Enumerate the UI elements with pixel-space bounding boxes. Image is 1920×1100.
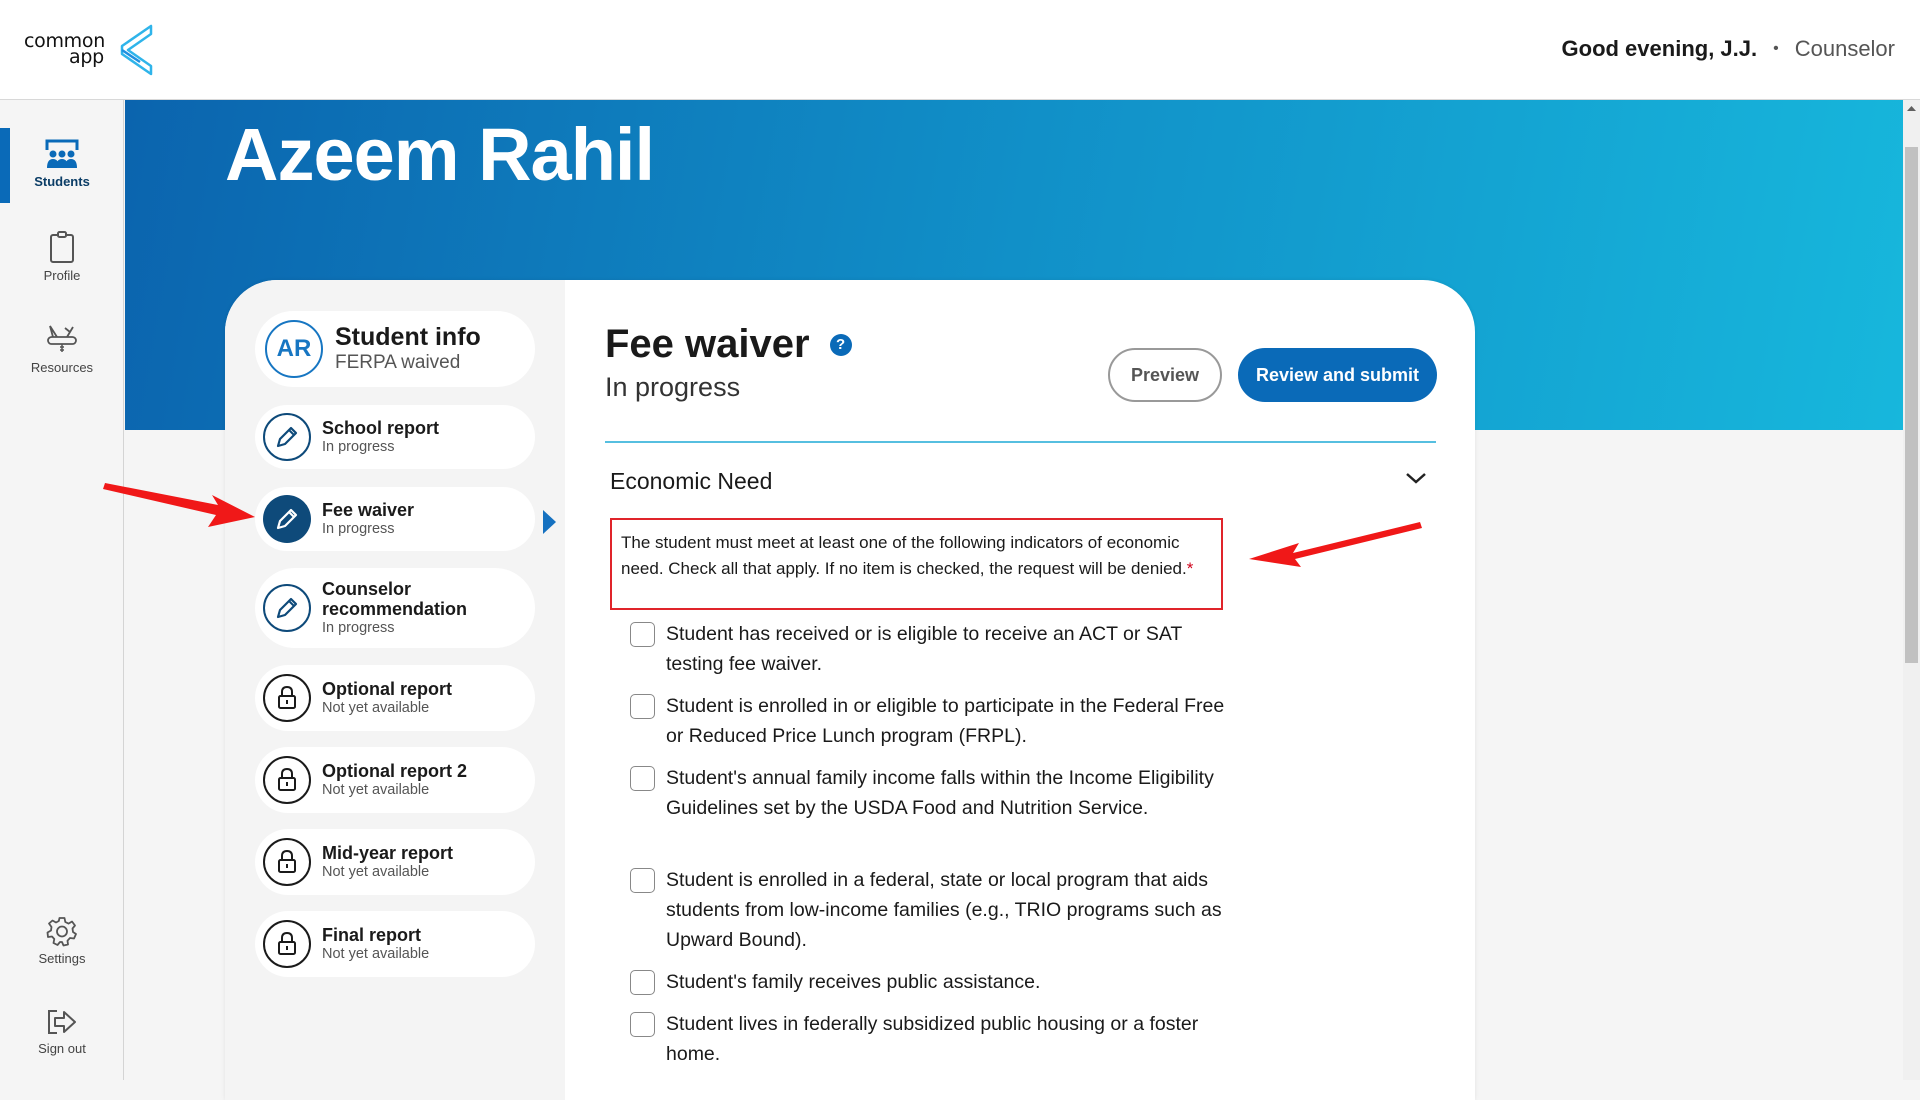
scrollbar-thumb[interactable] <box>1905 147 1918 663</box>
gear-icon <box>46 917 77 947</box>
option-checkbox[interactable] <box>630 868 655 893</box>
pencil-icon <box>263 413 311 461</box>
step-counselor-recommendation[interactable]: Counselor recommendation In progress <box>255 568 535 648</box>
step-fee-waiver[interactable]: Fee waiver In progress <box>255 487 535 551</box>
step-status: In progress <box>322 521 395 537</box>
step-school-report[interactable]: School report In progress <box>255 405 535 469</box>
step-title: School report <box>322 418 440 438</box>
pencil-icon <box>263 495 311 543</box>
clipboard-icon <box>50 231 74 263</box>
step-status: Not yet available <box>322 782 430 798</box>
required-marker: * <box>1186 559 1194 578</box>
preview-button[interactable]: Preview <box>1108 348 1222 402</box>
fee-waiver-form: Fee waiver ? In progress Preview Review … <box>605 280 1437 1100</box>
step-title: Optional report <box>322 679 452 699</box>
lock-icon <box>263 756 311 804</box>
step-final-report[interactable]: Final report Not yet available <box>255 911 535 977</box>
step-status: Not yet available <box>322 864 430 880</box>
common-app-logo[interactable]: common app <box>24 24 156 78</box>
nav-label-profile: Profile <box>43 268 81 283</box>
step-title: Final report <box>322 925 422 945</box>
economic-need-instructions: The student must meet at least one of th… <box>610 518 1223 610</box>
step-optional-report[interactable]: Optional report Not yet available <box>255 665 535 731</box>
student-name-heading: Azeem Rahil <box>225 113 655 196</box>
option-checkbox[interactable] <box>630 1012 655 1037</box>
students-icon <box>45 139 79 168</box>
nav-label-students: Students <box>34 174 90 189</box>
pencil-icon <box>263 584 311 632</box>
option-checkbox[interactable] <box>630 766 655 791</box>
step-status: FERPA waived <box>335 352 461 373</box>
page-scrollbar[interactable] <box>1903 100 1920 1080</box>
economic-need-option: Student's family receives public assista… <box>630 969 1230 997</box>
step-status: In progress <box>322 439 395 455</box>
step-status: Not yet available <box>322 946 430 962</box>
economic-need-option: Student's annual family income falls wit… <box>630 765 1230 823</box>
selected-step-caret-icon <box>543 510 556 534</box>
nav-item-profile[interactable]: Profile <box>0 230 124 283</box>
section-title: Economic Need <box>610 468 773 494</box>
user-role: Counselor <box>1794 36 1895 61</box>
option-label[interactable]: Student's family receives public assista… <box>666 967 1040 997</box>
step-title: Mid-year report <box>322 843 454 863</box>
step-status: In progress <box>322 620 395 636</box>
scroll-up-arrow-icon[interactable] <box>1903 100 1920 117</box>
option-checkbox[interactable] <box>630 970 655 995</box>
option-label[interactable]: Student lives in federally subsidized pu… <box>666 1009 1230 1069</box>
logo-mark-icon <box>120 24 153 76</box>
option-label[interactable]: Student is enrolled in or eligible to pa… <box>666 691 1230 751</box>
separator-dot: • <box>1773 40 1779 57</box>
form-title: Fee waiver ? <box>605 322 852 367</box>
step-title: Student info <box>335 323 481 351</box>
economic-need-option: Student lives in federally subsidized pu… <box>630 1011 1230 1069</box>
chevron-down-icon <box>1406 473 1426 484</box>
help-icon[interactable]: ? <box>829 333 852 356</box>
economic-need-option: Student is enrolled in or eligible to pa… <box>630 693 1230 751</box>
step-student-info[interactable]: AR Student info FERPA waived <box>255 311 535 387</box>
avatar: AR <box>265 320 323 378</box>
economic-need-option: Student has received or is eligible to r… <box>630 621 1230 679</box>
step-status: Not yet available <box>322 700 430 716</box>
logo-text-app: app <box>69 46 104 68</box>
option-checkbox[interactable] <box>630 622 655 647</box>
nav-item-students[interactable]: Students <box>0 138 124 189</box>
left-navigation: Students Profile Resources Settings Sign… <box>0 100 124 1080</box>
step-title: Fee waiver <box>322 500 415 520</box>
review-and-submit-button[interactable]: Review and submit <box>1238 348 1437 402</box>
lock-icon <box>263 920 311 968</box>
option-label[interactable]: Student has received or is eligible to r… <box>666 619 1230 679</box>
application-card: AR Student info FERPA waived School repo… <box>225 280 1475 1100</box>
nav-label-resources: Resources <box>30 360 94 375</box>
option-label[interactable]: Student's annual family income falls wit… <box>666 763 1230 823</box>
sign-out-icon <box>48 1010 76 1034</box>
nav-label-settings: Settings <box>38 951 86 966</box>
option-label[interactable]: Student is enrolled in a federal, state … <box>666 865 1230 955</box>
greeting-text: Good evening, J.J. <box>1561 36 1758 61</box>
lock-icon <box>263 838 311 886</box>
economic-need-section-toggle[interactable]: Economic Need <box>605 460 1436 510</box>
lock-icon <box>263 674 311 722</box>
nav-item-sign-out[interactable]: Sign out <box>0 1007 124 1056</box>
step-title: Counselor recommendation <box>322 579 468 619</box>
step-optional-report-2[interactable]: Optional report 2 Not yet available <box>255 747 535 813</box>
economic-need-option: Student is enrolled in a federal, state … <box>630 867 1230 955</box>
section-divider <box>605 441 1436 443</box>
top-bar: common app Good evening, J.J. • Counselo… <box>0 0 1920 100</box>
instructions-text: The student must meet at least one of th… <box>621 533 1187 578</box>
swiss-army-knife-icon <box>47 325 77 352</box>
form-status: In progress <box>605 372 741 402</box>
form-steps-panel: AR Student info FERPA waived School repo… <box>225 280 565 1100</box>
nav-label-sign-out: Sign out <box>38 1041 86 1056</box>
form-title-text: Fee waiver <box>605 322 810 366</box>
step-title: Optional report 2 <box>322 761 468 781</box>
nav-item-settings[interactable]: Settings <box>0 915 124 966</box>
nav-item-resources[interactable]: Resources <box>0 322 124 375</box>
option-checkbox[interactable] <box>630 694 655 719</box>
user-greeting: Good evening, J.J. • Counselor <box>1562 36 1895 62</box>
step-mid-year-report[interactable]: Mid-year report Not yet available <box>255 829 535 895</box>
